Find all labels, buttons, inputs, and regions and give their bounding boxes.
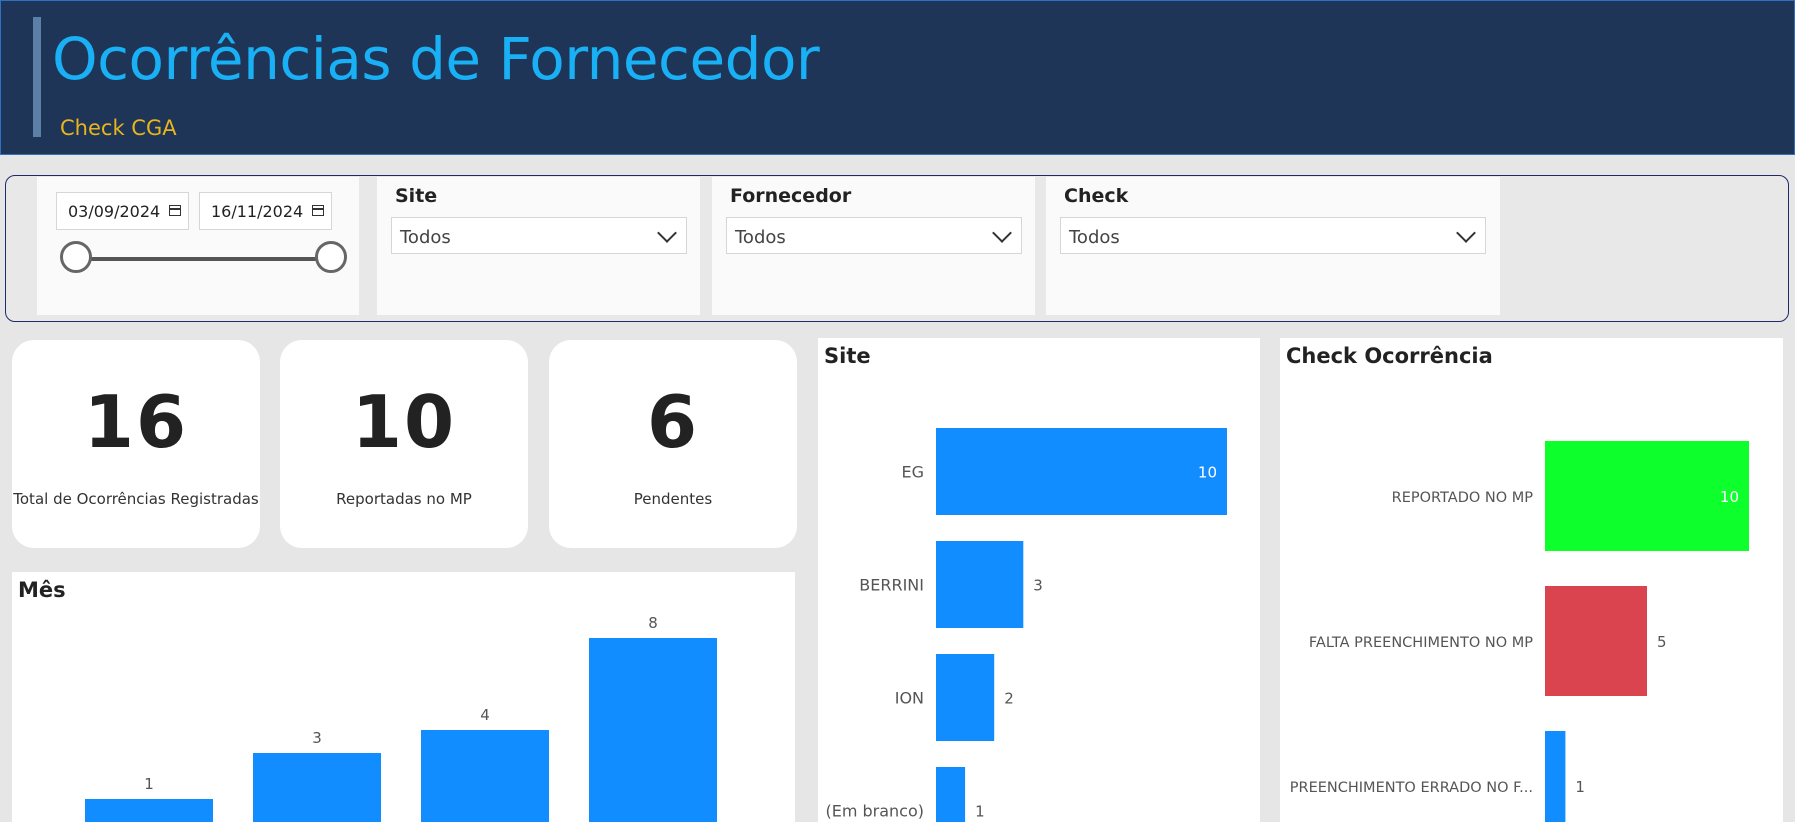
kpi-card-reportadas[interactable]: 10 Reportadas no MP — [280, 340, 528, 548]
site-category-label: EG — [901, 463, 924, 482]
check-chart-panel[interactable]: Check Ocorrência REPORTADO NO MP 10 FALTA … — [1280, 338, 1783, 822]
kpi-label: Total de Ocorrências Registradas — [13, 490, 259, 508]
date-end-value: 16/11/2024 — [211, 202, 304, 221]
site-dropdown-value: Todos — [400, 227, 451, 248]
site-data-label: 10 — [1198, 464, 1217, 482]
mes-chart-panel[interactable]: Mês 1348 — [12, 572, 795, 822]
site-category-label: (Em branco) — [825, 802, 924, 821]
check-data-label: 10 — [1720, 488, 1739, 506]
check-slicer-title: Check — [1064, 185, 1129, 207]
check-category-label: REPORTADO NO MP — [1392, 490, 1534, 506]
date-slider-end-handle[interactable] — [315, 241, 347, 273]
chevron-down-icon — [992, 223, 1012, 243]
mes-chart: 1 3 4 8 — [85, 614, 717, 822]
site-data-label: 1 — [975, 803, 985, 821]
calendar-icon[interactable] — [312, 205, 324, 216]
site-bar[interactable] — [936, 428, 1227, 515]
kpi-value: 6 — [646, 380, 700, 464]
page-subtitle: Check CGA — [60, 116, 177, 140]
site-bar[interactable] — [936, 767, 966, 822]
date-end-input[interactable]: 16/11/2024 — [199, 192, 332, 230]
mes-data-label: 8 — [648, 614, 658, 632]
fornecedor-dropdown[interactable]: Todos — [726, 217, 1022, 254]
check-dropdown-value: Todos — [1069, 227, 1120, 248]
date-start-value: 03/09/2024 — [68, 202, 161, 221]
site-slicer-title: Site — [395, 185, 438, 207]
chevron-down-icon — [1456, 223, 1476, 243]
kpi-value: 16 — [83, 380, 189, 464]
kpi-value: 10 — [351, 380, 457, 464]
mes-bar[interactable] — [85, 799, 213, 822]
check-dropdown[interactable]: Todos — [1060, 217, 1486, 254]
check-data-label: 5 — [1657, 633, 1667, 651]
check-category-label: PREENCHIMENTO ERRADO NO F... — [1290, 780, 1533, 796]
date-slider-start-handle[interactable] — [60, 241, 92, 273]
kpi-label: Reportadas no MP — [336, 490, 472, 508]
calendar-icon[interactable] — [169, 205, 181, 216]
mes-data-label: 1 — [144, 775, 154, 793]
fornecedor-dropdown-value: Todos — [735, 227, 786, 248]
site-data-label: 2 — [1004, 690, 1014, 708]
kpi-label: Pendentes — [633, 490, 713, 508]
kpi-card-pendentes[interactable]: 6 Pendentes — [549, 340, 797, 548]
chevron-down-icon — [657, 223, 677, 243]
check-chart: REPORTADO NO MP 10 FALTA PREENCHIMENTO NO … — [1290, 441, 1749, 822]
mes-bar[interactable] — [589, 638, 717, 822]
site-chart-panel[interactable]: Site EG 10 BERRINI 3 ION 2 (Em branco) 1 — [818, 338, 1260, 822]
mes-bar[interactable] — [253, 753, 381, 822]
check-bar[interactable] — [1545, 586, 1647, 696]
page-title: Ocorrências de Fornecedor — [52, 25, 820, 93]
site-dropdown[interactable]: Todos — [391, 217, 687, 254]
mes-data-label: 3 — [312, 729, 322, 747]
fornecedor-slicer-title: Fornecedor — [730, 185, 852, 207]
site-data-label: 3 — [1033, 577, 1043, 595]
mes-data-label: 4 — [480, 706, 490, 724]
site-chart: EG 10 BERRINI 3 ION 2 (Em branco) 1 — [825, 428, 1227, 822]
date-slider-track[interactable] — [75, 257, 332, 261]
check-category-label: FALTA PREENCHIMENTO NO MP — [1309, 635, 1533, 651]
site-bar[interactable] — [936, 541, 1024, 628]
check-bar[interactable] — [1545, 731, 1566, 822]
kpi-card-total[interactable]: 16 Total de Ocorrências Registradas — [12, 340, 260, 548]
site-category-label: BERRINI — [859, 576, 924, 595]
check-data-label: 1 — [1575, 778, 1585, 796]
mes-bar[interactable] — [421, 730, 549, 822]
site-bar[interactable] — [936, 654, 995, 741]
site-category-label: ION — [895, 689, 924, 708]
header-accent-bar — [33, 17, 41, 137]
date-start-input[interactable]: 03/09/2024 — [56, 192, 189, 230]
check-bar[interactable] — [1545, 441, 1749, 551]
